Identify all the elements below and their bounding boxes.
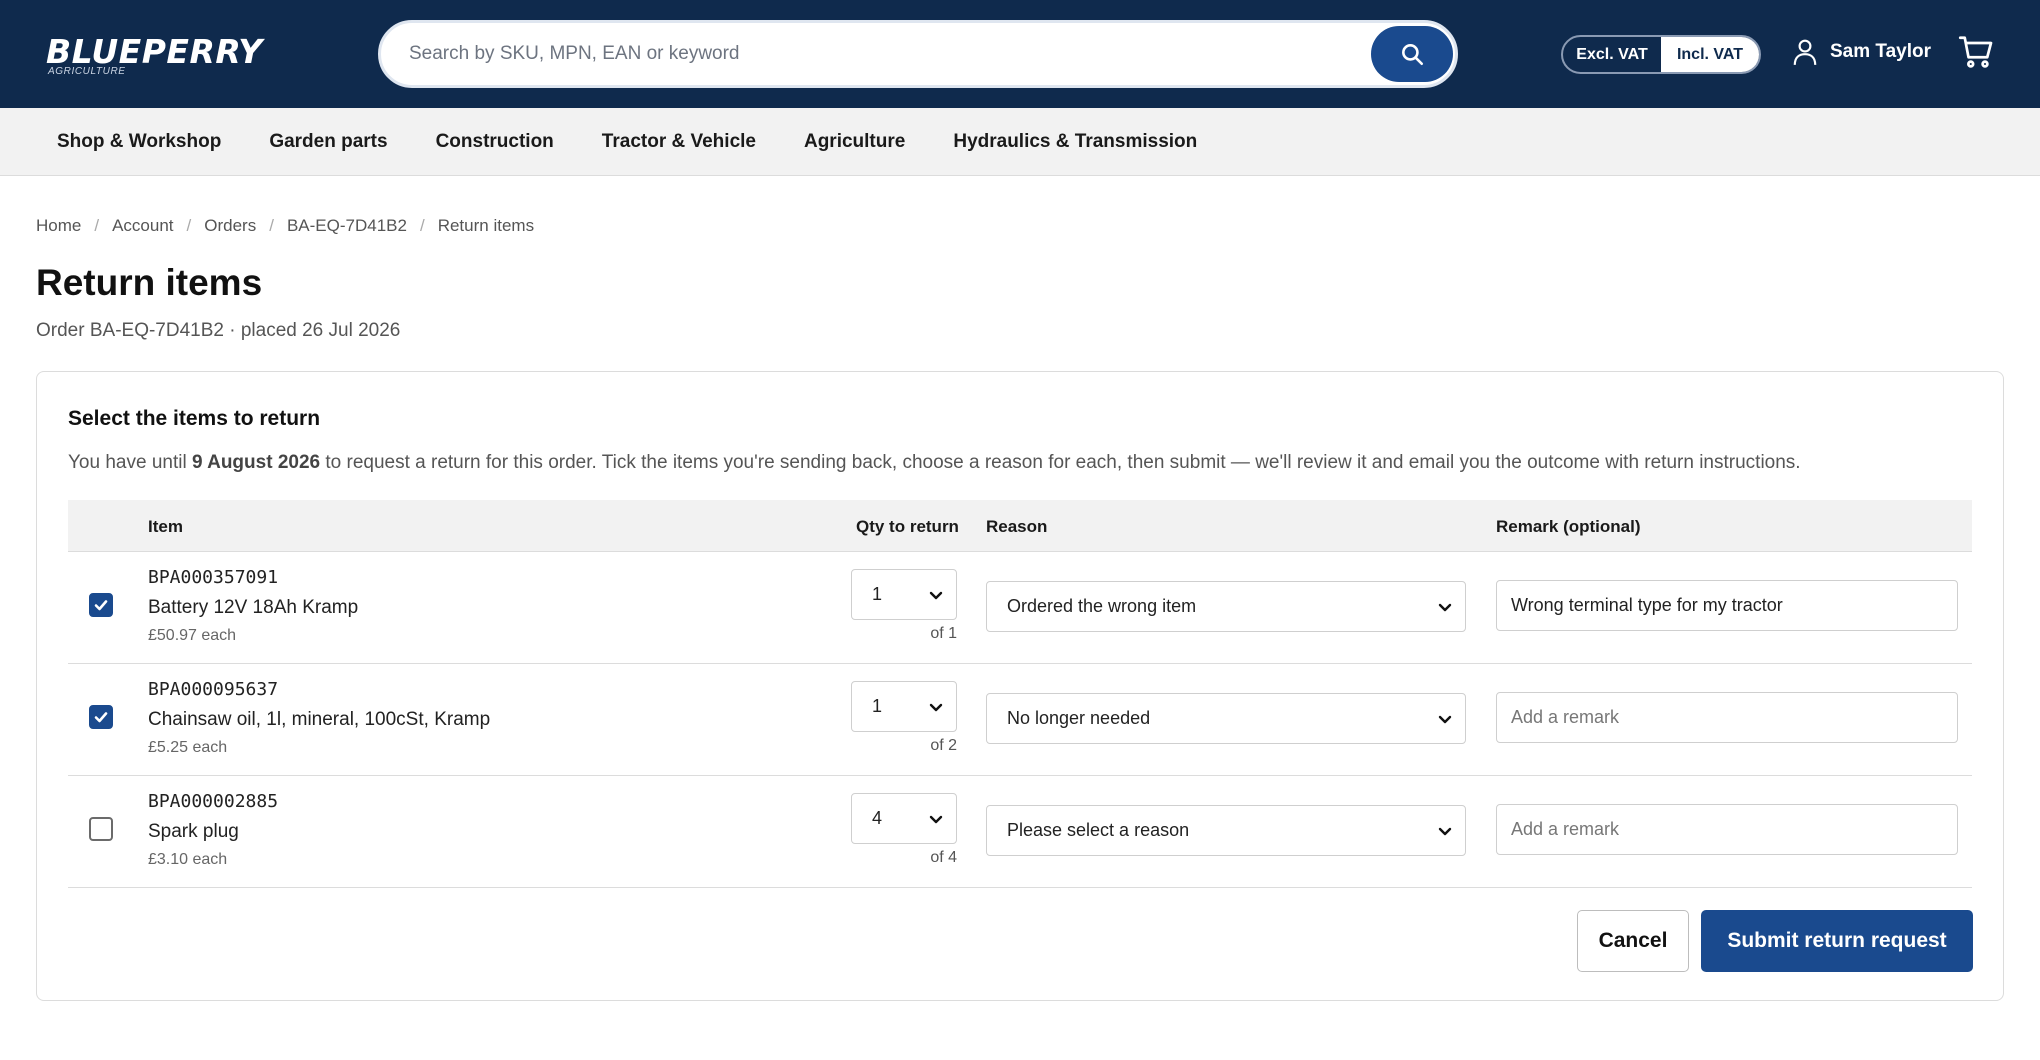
header-qty: Qty to return bbox=[856, 517, 959, 536]
search-icon bbox=[1402, 44, 1424, 66]
remark-input[interactable] bbox=[1496, 804, 1958, 855]
return-deadline: 9 August 2026 bbox=[191, 452, 321, 473]
breadcrumb-orders[interactable]: Orders bbox=[204, 216, 256, 236]
breadcrumb-home[interactable]: Home bbox=[36, 216, 81, 236]
item-name: Chainsaw oil, 1l, mineral, 100cSt, Kramp bbox=[148, 709, 491, 730]
table-row: BPA000002885 Spark plug £3.10 each 4 of … bbox=[68, 776, 1972, 888]
remark-input[interactable] bbox=[1496, 692, 1958, 743]
table-header: Item Qty to return Reason Remark (option… bbox=[68, 500, 1972, 552]
chevron-down-icon bbox=[1438, 715, 1452, 724]
user-name: Sam Taylor bbox=[1830, 41, 1932, 62]
return-instructions: You have until 9 August 2026 to request … bbox=[68, 452, 1801, 474]
qty-value: 1 bbox=[872, 584, 883, 604]
qty-value: 4 bbox=[872, 808, 883, 828]
desc-prefix: You have until bbox=[68, 452, 192, 473]
desc-suffix: to request a return for this order. Tick… bbox=[320, 452, 1801, 473]
cart-button[interactable] bbox=[1958, 34, 1994, 75]
row-checkbox[interactable] bbox=[89, 593, 113, 617]
table-row: BPA000357091 Battery 12V 18Ah Kramp £50.… bbox=[68, 552, 1972, 664]
header-reason: Reason bbox=[986, 517, 1048, 536]
nav-item-shop-workshop[interactable]: Shop & Workshop bbox=[57, 131, 221, 153]
reason-select[interactable]: Please select a reason bbox=[986, 805, 1466, 856]
row-checkbox[interactable] bbox=[89, 817, 113, 841]
submit-return-button[interactable]: Submit return request bbox=[1701, 910, 1973, 972]
header-remark: Remark (optional) bbox=[1496, 517, 1641, 536]
breadcrumb-separator: / bbox=[94, 216, 100, 235]
order-meta: Order BA-EQ-7D41B2 · placed 26 Jul 2026 bbox=[36, 320, 401, 341]
search-input[interactable] bbox=[409, 23, 1349, 85]
item-sku: BPA000095637 bbox=[148, 679, 279, 700]
reason-select[interactable]: No longer needed bbox=[986, 693, 1466, 744]
item-sku: BPA000357091 bbox=[148, 567, 279, 588]
chevron-down-icon bbox=[929, 591, 943, 600]
vat-excl-option[interactable]: Excl. VAT bbox=[1563, 37, 1661, 72]
nav-item-tractor-vehicle[interactable]: Tractor & Vehicle bbox=[602, 131, 756, 153]
nav-item-agriculture[interactable]: Agriculture bbox=[804, 131, 905, 153]
qty-max: of 4 bbox=[930, 849, 957, 866]
cart-icon bbox=[1958, 36, 1993, 68]
site-header: BLUEPERRY AGRICULTURE Excl. VAT Incl. VA… bbox=[0, 0, 2040, 108]
breadcrumb-current: Return items bbox=[437, 216, 535, 235]
item-price: £5.25 each bbox=[148, 739, 228, 756]
breadcrumb-account[interactable]: Account bbox=[112, 216, 173, 236]
page-title: Return items bbox=[36, 262, 263, 303]
breadcrumb-separator: / bbox=[269, 216, 274, 235]
category-nav: Shop & Workshop Garden parts Constructio… bbox=[0, 108, 2040, 176]
vat-toggle: Excl. VAT Incl. VAT bbox=[1561, 35, 1761, 74]
search-button[interactable] bbox=[1371, 26, 1453, 82]
item-name: Spark plug bbox=[148, 821, 239, 842]
nav-item-hydraulics-transmission[interactable]: Hydraulics & Transmission bbox=[953, 131, 1197, 153]
breadcrumb-separator: / bbox=[419, 216, 425, 235]
site-logo[interactable]: BLUEPERRY AGRICULTURE bbox=[46, 32, 263, 78]
breadcrumb: Home / Account / Orders / BA-EQ-7D41B2 /… bbox=[36, 216, 534, 236]
cancel-button[interactable]: Cancel bbox=[1577, 910, 1689, 972]
qty-select[interactable]: 4 bbox=[851, 793, 957, 844]
row-checkbox[interactable] bbox=[89, 705, 113, 729]
qty-max: of 1 bbox=[930, 625, 957, 642]
qty-select[interactable]: 1 bbox=[851, 569, 957, 620]
account-menu[interactable]: Sam Taylor bbox=[1792, 38, 1931, 66]
nav-item-construction[interactable]: Construction bbox=[436, 131, 554, 153]
breadcrumb-order[interactable]: BA-EQ-7D41B2 bbox=[287, 216, 407, 236]
user-icon bbox=[1793, 39, 1817, 65]
check-icon bbox=[94, 712, 108, 723]
qty-max: of 2 bbox=[930, 737, 957, 754]
header-item: Item bbox=[148, 517, 183, 536]
item-name: Battery 12V 18Ah Kramp bbox=[148, 597, 359, 618]
reason-select[interactable]: Ordered the wrong item bbox=[986, 581, 1466, 632]
chevron-down-icon bbox=[929, 815, 943, 824]
chevron-down-icon bbox=[1438, 603, 1452, 612]
check-icon bbox=[94, 600, 108, 611]
remark-input[interactable] bbox=[1496, 580, 1958, 631]
logo-wordmark: BLUEPERRY bbox=[46, 32, 263, 71]
item-sku: BPA000002885 bbox=[148, 791, 279, 812]
search-bar bbox=[378, 20, 1458, 88]
card-title: Select the items to return bbox=[68, 407, 321, 430]
item-price: £3.10 each bbox=[148, 851, 228, 868]
table-row: BPA000095637 Chainsaw oil, 1l, mineral, … bbox=[68, 664, 1972, 776]
qty-value: 1 bbox=[872, 696, 883, 716]
reason-value: Please select a reason bbox=[1007, 820, 1190, 840]
nav-item-garden-parts[interactable]: Garden parts bbox=[269, 131, 387, 153]
item-price: £50.97 each bbox=[148, 627, 237, 644]
reason-value: No longer needed bbox=[1007, 708, 1151, 728]
chevron-down-icon bbox=[929, 703, 943, 712]
reason-value: Ordered the wrong item bbox=[1007, 596, 1197, 616]
breadcrumb-separator: / bbox=[186, 216, 192, 235]
vat-incl-option[interactable]: Incl. VAT bbox=[1661, 37, 1759, 72]
return-items-card: Select the items to return You have unti… bbox=[36, 371, 2004, 1001]
qty-select[interactable]: 1 bbox=[851, 681, 957, 732]
chevron-down-icon bbox=[1438, 827, 1452, 836]
